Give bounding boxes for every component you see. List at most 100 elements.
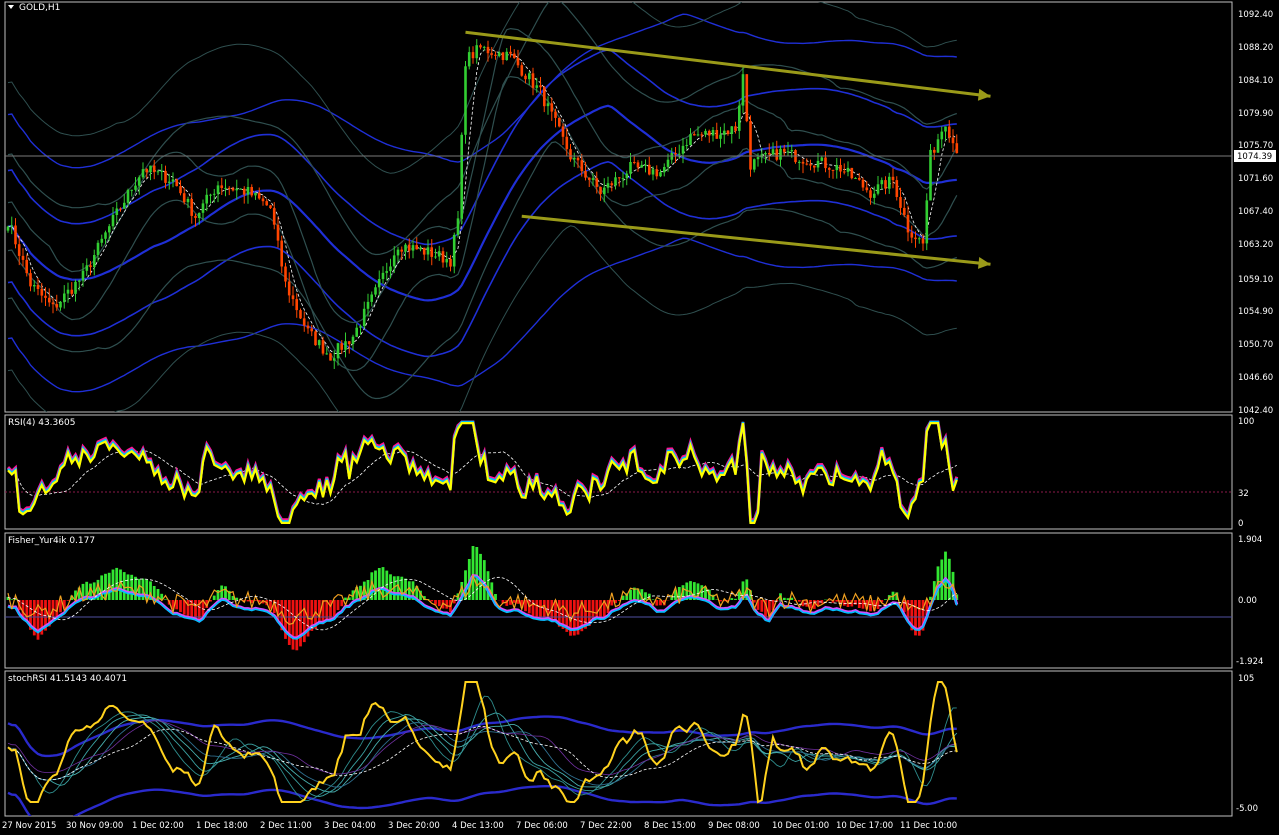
- fisher-bar: [947, 558, 951, 600]
- candle-body: [595, 178, 599, 187]
- candle-body: [764, 153, 767, 155]
- candle-body: [186, 199, 190, 203]
- candle-body: [51, 302, 55, 305]
- fisher-bar: [194, 600, 197, 619]
- candle-body: [501, 52, 505, 60]
- candle-body: [768, 153, 771, 155]
- candle-body: [813, 165, 816, 168]
- candle-body: [17, 244, 21, 256]
- candle-body: [182, 193, 186, 203]
- candle-body: [59, 301, 62, 308]
- candle-body: [396, 249, 400, 256]
- fisher-bar: [535, 600, 539, 618]
- candle-body: [430, 247, 433, 257]
- x-tick: 30 Nov 09:00: [66, 821, 123, 831]
- candle-body: [265, 201, 268, 206]
- rsi-panel: RSI(4) 43.3605 100 32 0: [4, 414, 1254, 530]
- candle-body: [437, 251, 441, 257]
- candle-body: [891, 176, 895, 181]
- candle-body: [783, 148, 786, 152]
- fisher-bar: [437, 600, 441, 607]
- candle-body: [906, 214, 910, 233]
- y-tick: 1071.60: [1238, 174, 1273, 184]
- candle-body: [291, 295, 295, 300]
- fisher-bar: [940, 559, 944, 600]
- fisher-bar: [475, 547, 479, 600]
- candle-body: [633, 162, 636, 163]
- y-tick: 1084.10: [1238, 76, 1273, 86]
- fisher-bar: [377, 568, 381, 600]
- candle-body: [685, 145, 689, 146]
- candle-body: [314, 331, 317, 346]
- candle-body: [899, 197, 902, 208]
- candle-body: [914, 237, 917, 240]
- candle-body: [730, 126, 734, 134]
- candle-body: [464, 66, 467, 135]
- candle-body: [696, 134, 700, 136]
- candle-body: [865, 187, 869, 191]
- fisher-bar: [857, 600, 861, 608]
- candle-body: [201, 203, 205, 213]
- candle-body: [876, 184, 880, 194]
- candle-body: [681, 145, 685, 154]
- candle-body: [209, 194, 212, 196]
- candle-body: [310, 328, 313, 332]
- candle-body: [843, 171, 846, 173]
- x-tick: 27 Nov 2015: [2, 821, 56, 831]
- fisher-bar: [539, 600, 542, 619]
- fisher-bar: [782, 597, 786, 600]
- fisher-bar: [291, 600, 295, 650]
- candle-body: [610, 183, 614, 186]
- candle-body: [546, 103, 550, 107]
- candle-body: [854, 178, 857, 179]
- candle-body: [269, 205, 272, 209]
- candle-body: [321, 340, 325, 354]
- candle-body: [809, 164, 812, 166]
- fisher-bar: [610, 600, 614, 606]
- fisher-bar: [730, 598, 734, 600]
- x-tick: 3 Dec 04:00: [324, 821, 376, 831]
- candle-body: [482, 46, 486, 48]
- candle-body: [636, 162, 640, 168]
- candle-body: [422, 247, 426, 255]
- candle-body: [940, 131, 944, 140]
- fisher-level-bottom: -1.924: [1236, 657, 1263, 667]
- candle-body: [528, 73, 531, 80]
- candle-body: [516, 58, 520, 66]
- candle-body: [771, 149, 775, 155]
- fisher-bar: [655, 600, 659, 606]
- fisher-panel: Fisher_Yur4ik 0.177 1.904 0.00 -1.924: [4, 532, 1263, 669]
- fisher-bar: [797, 600, 801, 602]
- fisher-level-top: 1.904: [1238, 535, 1262, 545]
- candle-body: [164, 170, 167, 183]
- candle-body: [212, 193, 216, 195]
- fisher-bar: [340, 600, 344, 607]
- candle-body: [565, 136, 569, 150]
- fisher-bar: [66, 600, 70, 601]
- candle-body: [869, 190, 872, 198]
- candle-body: [235, 188, 238, 191]
- candle-body: [606, 183, 610, 188]
- candle-body: [6, 226, 10, 231]
- candle-body: [505, 51, 508, 60]
- candle-body: [426, 247, 430, 255]
- x-tick: 9 Dec 08:00: [708, 821, 760, 831]
- candle-body: [749, 121, 752, 170]
- fisher-bar: [302, 600, 306, 643]
- candle-body: [497, 52, 501, 56]
- y-tick: 1046.60: [1238, 373, 1273, 383]
- candle-body: [689, 134, 692, 145]
- fisher-bar: [344, 597, 347, 600]
- candle-body: [434, 256, 437, 258]
- candle-body: [317, 340, 321, 346]
- candle-body: [828, 168, 831, 170]
- candle-body: [655, 169, 659, 177]
- candle-body: [377, 279, 381, 288]
- candle-body: [197, 212, 201, 218]
- main-y-axis: 1092.40 1088.20 1084.10 1079.90 1075.70 …: [1238, 10, 1273, 416]
- candle-body: [873, 193, 876, 198]
- fisher-level-zero: 0.00: [1238, 596, 1257, 606]
- candle-body: [392, 255, 396, 267]
- fisher-bar: [212, 595, 216, 600]
- candle-body: [520, 65, 524, 76]
